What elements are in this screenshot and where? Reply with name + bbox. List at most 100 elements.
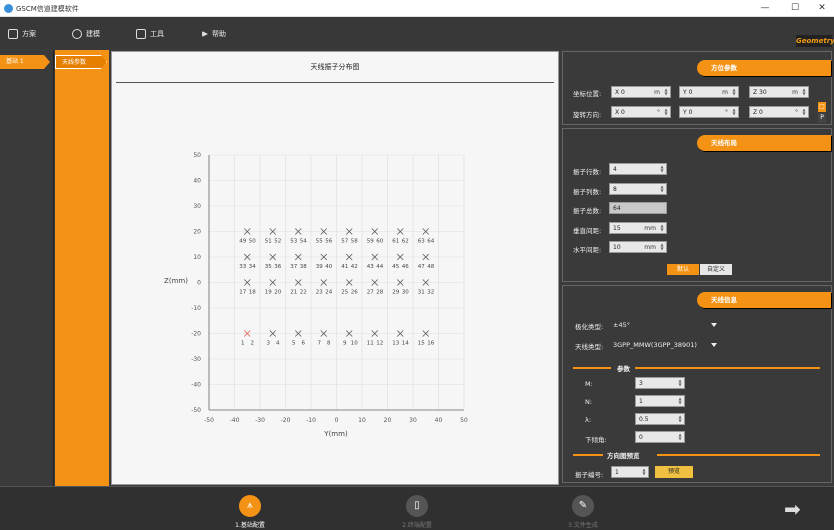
element-index-label: 43 bbox=[367, 264, 374, 270]
polarization-select[interactable]: ±45° bbox=[611, 319, 719, 331]
stepper-icon[interactable]: ▲ ▼ bbox=[663, 108, 669, 117]
axis-label: Y bbox=[683, 89, 687, 96]
element-index-label: 63 bbox=[418, 239, 425, 245]
antenna-param-tab[interactable]: 天线参数 bbox=[55, 55, 107, 69]
element-index-label: 49 bbox=[239, 239, 246, 245]
m-input[interactable]: 3 ▲ ▼ bbox=[635, 377, 685, 389]
element-index-label: 57 bbox=[341, 239, 348, 245]
menu-tools[interactable]: 工具 bbox=[136, 28, 164, 40]
pattern-divider-left bbox=[573, 454, 603, 456]
stepper-icon[interactable]: ▲ ▼ bbox=[731, 88, 737, 97]
pol-label: 极化类型: bbox=[575, 323, 604, 331]
stepper-icon[interactable]: ▲ ▼ bbox=[677, 379, 683, 388]
element-number-input[interactable]: 1 ▲ ▼ bbox=[611, 466, 649, 478]
menu-help[interactable]: 帮助 bbox=[202, 28, 226, 40]
axis-label: X bbox=[615, 109, 620, 116]
unit-label: ° bbox=[795, 109, 798, 116]
stepper-icon[interactable]: ▲ ▼ bbox=[659, 243, 665, 252]
hspace-value: 10 bbox=[613, 244, 621, 251]
phone-icon: ▯ bbox=[406, 495, 428, 517]
tilt-input[interactable]: 0 ▲ ▼ bbox=[635, 431, 685, 443]
lambda-input[interactable]: 0.5 ▲ ▼ bbox=[635, 413, 685, 425]
tilt-label: 下倾角: bbox=[585, 436, 607, 444]
station-tab[interactable]: 基站 1 bbox=[0, 55, 50, 69]
x-tick-label: 40 bbox=[435, 417, 443, 424]
element-index-label: 42 bbox=[351, 264, 358, 270]
info-header: 天线信息 bbox=[697, 292, 831, 308]
element-index-label: 10 bbox=[351, 341, 358, 347]
custom-button[interactable]: 自定义 bbox=[700, 264, 732, 275]
default-button[interactable]: 默认 bbox=[667, 264, 699, 275]
step-station[interactable]: ⩚ 1.基站配置 bbox=[215, 495, 285, 529]
element-index-label: 52 bbox=[274, 239, 281, 245]
cols-input[interactable]: 8 ▲ ▼ bbox=[609, 183, 667, 195]
element-index-label: 37 bbox=[290, 264, 297, 270]
unit-label: m bbox=[792, 89, 798, 96]
elem-label: 振子编号: bbox=[575, 471, 604, 479]
rot-y-input[interactable]: Y 0 ° ▲ ▼ bbox=[679, 106, 739, 118]
element-index-label: 62 bbox=[402, 239, 409, 245]
pattern-divider-right bbox=[657, 454, 820, 456]
hspace-input[interactable]: 10 mm ▲ ▼ bbox=[609, 241, 667, 253]
position-header: 方位参数 bbox=[697, 60, 831, 76]
element-index-label: 2 bbox=[251, 341, 255, 347]
y-tick-label: 20 bbox=[193, 229, 201, 236]
m-label: M: bbox=[585, 380, 593, 388]
n-input[interactable]: 1 ▲ ▼ bbox=[635, 395, 685, 407]
element-index-label: 19 bbox=[265, 290, 272, 296]
unit-label: ° bbox=[657, 109, 660, 116]
stepper-icon[interactable]: ▲ ▼ bbox=[659, 185, 665, 194]
element-index-label: 56 bbox=[325, 239, 332, 245]
maximize-button[interactable]: ☐ bbox=[788, 2, 802, 14]
close-button[interactable]: ✕ bbox=[815, 2, 829, 14]
stepper-icon[interactable]: ▲ ▼ bbox=[663, 88, 669, 97]
element-index-label: 46 bbox=[402, 264, 409, 270]
y-tick-label: 50 bbox=[193, 152, 201, 159]
element-index-label: 50 bbox=[249, 239, 256, 245]
rot-x-input[interactable]: X 0 ° ▲ ▼ bbox=[611, 106, 671, 118]
element-index-label: 45 bbox=[392, 264, 399, 270]
element-index-label: 64 bbox=[427, 239, 434, 245]
stepper-icon[interactable]: ▲ ▼ bbox=[677, 397, 683, 406]
coord-x-input[interactable]: X 0 m ▲ ▼ bbox=[611, 86, 671, 98]
stepper-icon[interactable]: ▲ ▼ bbox=[641, 468, 647, 477]
stepper-icon[interactable]: ▲ ▼ bbox=[659, 165, 665, 174]
step-terminal[interactable]: ▯ 2.终端配置 bbox=[382, 495, 452, 529]
menu-model[interactable]: 建模 bbox=[72, 28, 100, 40]
y-tick-label: -10 bbox=[191, 305, 201, 312]
element-index-label: 61 bbox=[392, 239, 399, 245]
rows-input[interactable]: 4 ▲ ▼ bbox=[609, 163, 667, 175]
stepper-icon[interactable]: ▲ ▼ bbox=[801, 88, 807, 97]
coord-label: 坐标位置: bbox=[573, 90, 602, 98]
element-index-label: 5 bbox=[292, 341, 296, 347]
pin-button[interactable]: P bbox=[818, 113, 826, 123]
element-index-label: 26 bbox=[351, 290, 358, 296]
stepper-icon[interactable]: ▲ ▼ bbox=[801, 108, 807, 117]
vspace-input[interactable]: 15 mm ▲ ▼ bbox=[609, 222, 667, 234]
menu-label: 建模 bbox=[86, 30, 100, 38]
next-arrow-icon[interactable]: ➡ bbox=[784, 497, 801, 521]
stepper-icon[interactable]: ▲ ▼ bbox=[659, 224, 665, 233]
rot-z-input[interactable]: Z 0 ° ▲ ▼ bbox=[749, 106, 809, 118]
stepper-icon[interactable]: ▲ ▼ bbox=[677, 433, 683, 442]
rows-label: 振子行数: bbox=[573, 168, 602, 176]
menu-bar: 方案 建模 工具 帮助 bbox=[0, 17, 834, 49]
minimize-button[interactable]: — bbox=[758, 2, 772, 14]
coord-z-input[interactable]: Z 30 m ▲ ▼ bbox=[749, 86, 809, 98]
window-title: GSCM信道建模软件 bbox=[16, 5, 79, 13]
cube-icon bbox=[72, 29, 82, 39]
element-index-label: 27 bbox=[367, 290, 374, 296]
element-distribution-chart: -50 -40 -30 -20 -10 0 10 20 30 40 50 50 40 30 20 10 0 -10… bbox=[164, 152, 468, 438]
menu-plan[interactable]: 方案 bbox=[8, 28, 36, 40]
preview-button[interactable]: 预览 bbox=[655, 466, 693, 478]
antenna-type-select[interactable]: 3GPP_MMW(3GPP_38901) bbox=[611, 339, 719, 351]
side-toggle-button[interactable]: □ bbox=[818, 102, 826, 112]
x-tick-label: -40 bbox=[230, 417, 240, 424]
stepper-icon[interactable]: ▲ ▼ bbox=[731, 108, 737, 117]
coord-y-input[interactable]: Y 0 m ▲ ▼ bbox=[679, 86, 739, 98]
x-tick-label: 20 bbox=[384, 417, 392, 424]
element-index-label: 3 bbox=[267, 341, 271, 347]
element-index-label: 60 bbox=[376, 239, 383, 245]
step-file[interactable]: ✎ 3.文件生成 bbox=[548, 495, 618, 529]
stepper-icon[interactable]: ▲ ▼ bbox=[677, 415, 683, 424]
